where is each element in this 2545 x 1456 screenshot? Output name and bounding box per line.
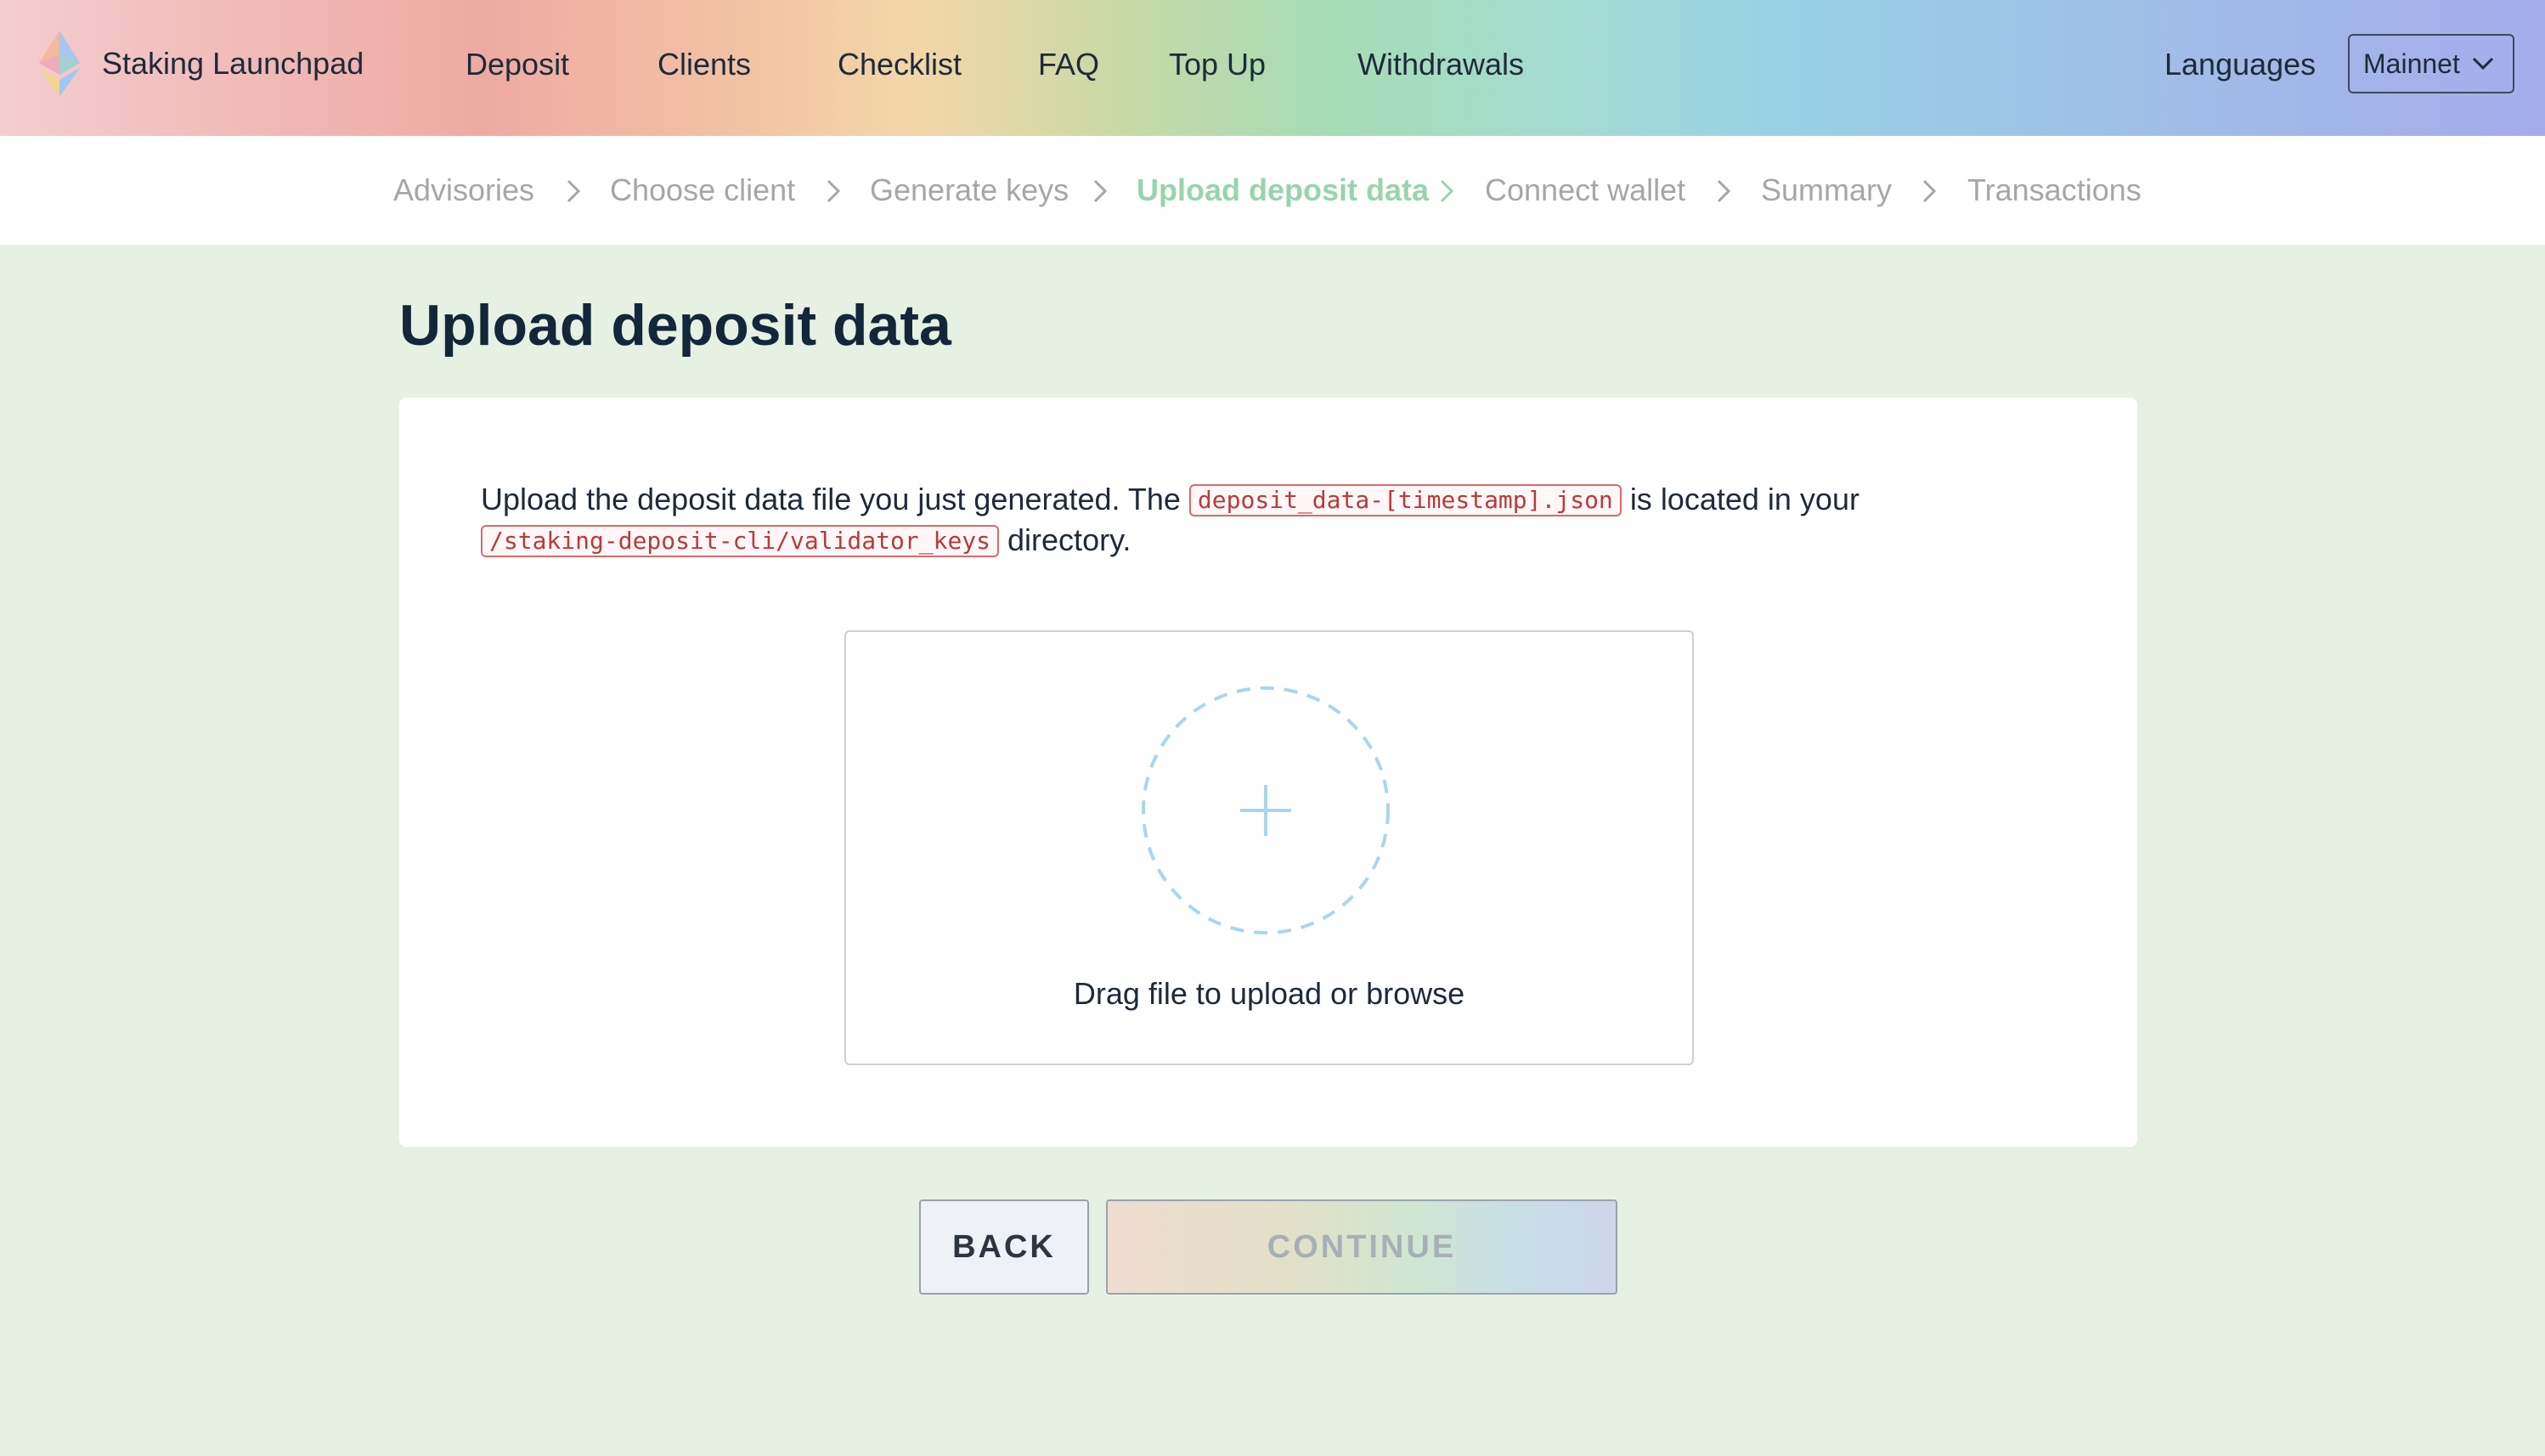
plus-icon bbox=[1142, 686, 1390, 934]
file-dropzone[interactable]: Drag file to upload or browse bbox=[844, 630, 1694, 1065]
ethereum-logo-icon bbox=[39, 31, 80, 97]
nav-checklist[interactable]: Checklist bbox=[838, 44, 962, 85]
step-choose-client: Choose client bbox=[610, 172, 796, 207]
chevron-right-icon bbox=[1922, 179, 1937, 203]
validator-keys-dir-code: /staking-deposit-cli/validator_keys bbox=[481, 525, 1000, 557]
upload-card: Upload the deposit data file you just ge… bbox=[399, 398, 2137, 1147]
brand-name: Staking Launchpad bbox=[102, 46, 364, 81]
instructions-text: Upload the deposit data file you just ge… bbox=[481, 482, 1181, 516]
chevron-right-icon bbox=[567, 179, 581, 203]
step-progress-bar: Advisories Choose client Generate keys U… bbox=[0, 136, 2545, 245]
step-upload-deposit-data: Upload deposit data bbox=[1137, 172, 1430, 207]
step-transactions: Transactions bbox=[1967, 172, 2142, 207]
instructions-text: is located in your bbox=[1629, 482, 1859, 516]
page-title: Upload deposit data bbox=[399, 293, 951, 358]
chevron-down-icon bbox=[2472, 57, 2493, 71]
chevron-right-icon bbox=[827, 179, 841, 203]
instructions-text: directory. bbox=[1007, 522, 1131, 557]
step-generate-keys: Generate keys bbox=[870, 172, 1069, 207]
network-dropdown-value: Mainnet bbox=[2363, 48, 2460, 79]
chevron-right-icon bbox=[1440, 179, 1454, 203]
nav-deposit[interactable]: Deposit bbox=[466, 44, 569, 85]
dropzone-label: Drag file to upload or browse bbox=[1073, 976, 1465, 1011]
languages-link[interactable]: Languages bbox=[2164, 44, 2316, 85]
brand-home-link[interactable]: Staking Launchpad bbox=[37, 25, 364, 102]
chevron-right-icon bbox=[1717, 179, 1731, 203]
nav-top-up[interactable]: Top Up bbox=[1169, 44, 1266, 85]
continue-button[interactable]: CONTINUE bbox=[1106, 1199, 1617, 1295]
step-summary: Summary bbox=[1761, 172, 1893, 207]
nav-clients[interactable]: Clients bbox=[657, 44, 751, 85]
upload-instructions: Upload the deposit data file you just ge… bbox=[481, 479, 1925, 561]
step-advisories: Advisories bbox=[393, 172, 535, 207]
deposit-file-code: deposit_data-[timestamp].json bbox=[1188, 484, 1622, 516]
nav-faq[interactable]: FAQ bbox=[1038, 44, 1099, 85]
network-dropdown[interactable]: Mainnet bbox=[2348, 34, 2514, 93]
chevron-right-icon bbox=[1093, 179, 1108, 203]
step-connect-wallet: Connect wallet bbox=[1485, 172, 1686, 207]
top-navbar: Staking Launchpad Deposit Clients Checkl… bbox=[0, 0, 2545, 136]
nav-withdrawals[interactable]: Withdrawals bbox=[1357, 44, 1524, 85]
back-button[interactable]: BACK bbox=[919, 1199, 1089, 1295]
